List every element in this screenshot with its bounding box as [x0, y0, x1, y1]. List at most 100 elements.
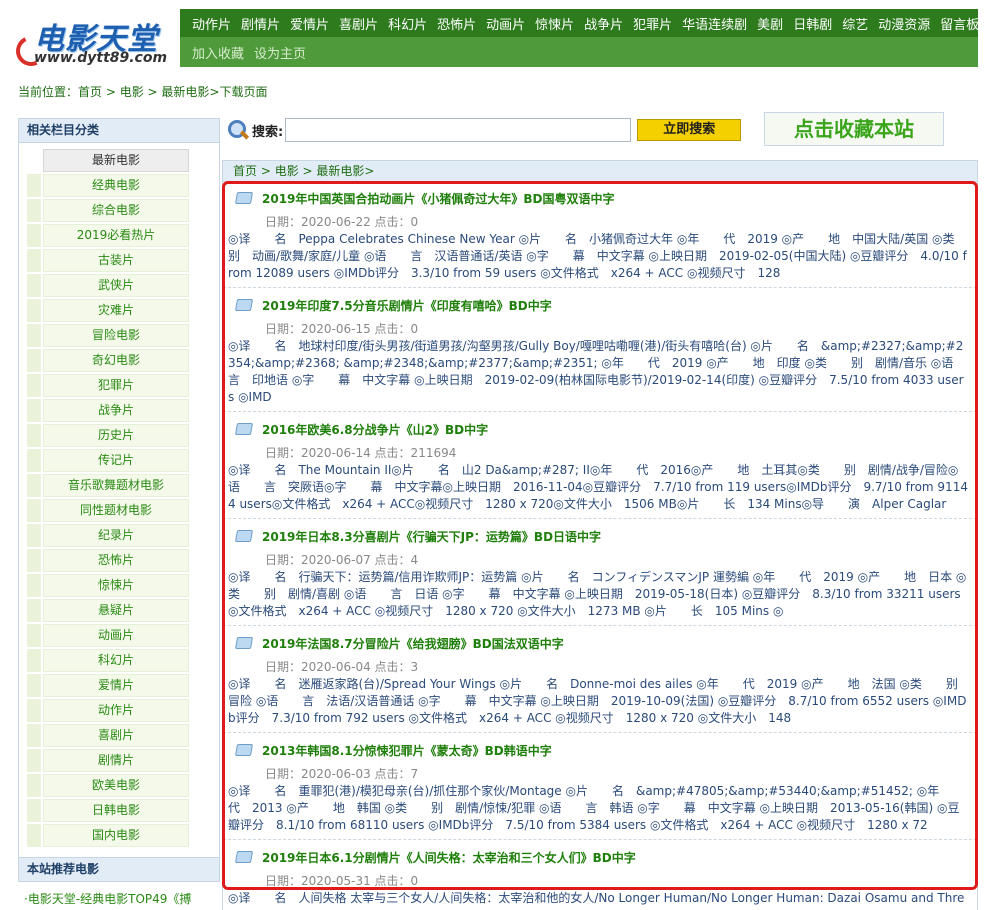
search-button[interactable]: 立即搜索 — [637, 119, 742, 141]
category-marker — [27, 274, 41, 297]
sidebar-category-item[interactable]: 最新电影 — [27, 149, 219, 172]
sidebar-category-item[interactable]: 国内电影 — [27, 824, 219, 847]
movie-title-link[interactable]: 2019年日本8.3分喜剧片《行骗天下JP：运势篇》BD日语中字 — [262, 528, 601, 545]
document-icon — [234, 744, 254, 756]
sidebar-category-item[interactable]: 2019必看热片 — [27, 224, 219, 247]
sub-nav: 加入收藏 设为主页 — [180, 37, 978, 67]
recommend-item[interactable]: ·电影天堂-经典电影TOP49《搏 — [24, 890, 220, 907]
category-label: 犯罪片 — [43, 374, 189, 397]
movie-item: 2019年中国英国合拍动画片《小猪佩奇过大年》BD国粤双语中字 日期：2020-0… — [223, 181, 977, 288]
movie-item: 2016年欧美6.8分战争片《山2》BD中字 日期：2020-06-14 点击：2… — [223, 412, 977, 519]
movie-title-link[interactable]: 2019年法国8.7分冒险片《给我翅膀》BD国法双语中字 — [262, 635, 564, 652]
category-marker — [27, 224, 41, 247]
sidebar-category-item[interactable]: 喜剧片 — [27, 724, 219, 747]
category-label: 冒险电影 — [43, 324, 189, 347]
sidebar-category-item[interactable]: 音乐歌舞题材电影 — [27, 474, 219, 497]
movie-title-link[interactable]: 2019年中国英国合拍动画片《小猪佩奇过大年》BD国粤双语中字 — [262, 190, 615, 207]
category-label: 战争片 — [43, 399, 189, 422]
category-marker — [27, 199, 41, 222]
nav-item[interactable]: 恐怖片 — [432, 14, 481, 33]
location-latest-link[interactable]: 最新电影 — [161, 85, 209, 99]
sidebar-category-item[interactable]: 恐怖片 — [27, 549, 219, 572]
sidebar-category-item[interactable]: 经典电影 — [27, 174, 219, 197]
nav-item[interactable]: 科幻片 — [383, 14, 432, 33]
category-marker — [27, 549, 41, 572]
category-marker — [27, 649, 41, 672]
nav-item[interactable]: 犯罪片 — [628, 14, 677, 33]
movie-title-link[interactable]: 2019年日本6.1分剧情片《人间失格：太宰治和三个女人们》BD中字 — [262, 849, 636, 866]
movie-title-link[interactable]: 2013年韩国8.1分惊悚犯罪片《蒙太奇》BD韩语中字 — [262, 742, 552, 759]
nav-item[interactable]: 动作片 — [187, 14, 236, 33]
sidebar-category-item[interactable]: 综合电影 — [27, 199, 219, 222]
sidebar-category-item[interactable]: 奇幻电影 — [27, 349, 219, 372]
sidebar-category-item[interactable]: 灾难片 — [27, 299, 219, 322]
location-home-link[interactable]: 首页 — [78, 85, 102, 99]
sidebar-category-item[interactable]: 科幻片 — [27, 649, 219, 672]
category-marker — [27, 599, 41, 622]
movie-date: 日期：2020-06-03 点击：7 — [265, 767, 419, 781]
location-movie-link[interactable]: 电影 — [120, 85, 144, 99]
sidebar-category-item[interactable]: 同性题材电影 — [27, 499, 219, 522]
sidebar-category-item[interactable]: 战争片 — [27, 399, 219, 422]
category-label: 恐怖片 — [43, 549, 189, 572]
sidebar-category-item[interactable]: 悬疑片 — [27, 599, 219, 622]
sidebar-category-item[interactable]: 纪录片 — [27, 524, 219, 547]
category-marker — [27, 174, 41, 197]
sidebar-category-item[interactable]: 古装片 — [27, 249, 219, 272]
breadcrumb-movie[interactable]: 电影 — [275, 164, 299, 178]
nav-item[interactable]: 剧情片 — [236, 14, 285, 33]
nav-item[interactable]: 喜剧片 — [334, 14, 383, 33]
movie-title-link[interactable]: 2016年欧美6.8分战争片《山2》BD中字 — [262, 421, 488, 438]
nav-item[interactable]: 美剧 — [752, 14, 788, 33]
sidebar-category-item[interactable]: 剧情片 — [27, 749, 219, 772]
category-label: 动画片 — [43, 624, 189, 647]
sidebar-category-item[interactable]: 武侠片 — [27, 274, 219, 297]
breadcrumb: 首页 > 电影 > 最新电影> — [222, 160, 978, 182]
nav-item[interactable]: 动漫资源 — [873, 14, 935, 33]
nav-item[interactable]: 爱情片 — [285, 14, 334, 33]
sidebar-category-item[interactable]: 历史片 — [27, 424, 219, 447]
category-label: 最新电影 — [43, 149, 189, 172]
current-location: 当前位置：首页 > 电影 > 最新电影>下载页面 — [18, 85, 268, 99]
search-bar: 搜索: 立即搜索 — [222, 113, 754, 147]
category-label: 惊悚片 — [43, 574, 189, 597]
add-favorite-link[interactable]: 加入收藏 — [187, 43, 249, 62]
site-logo[interactable]: 电影天堂 www.dytt89.com — [11, 10, 177, 71]
breadcrumb-home[interactable]: 首页 — [233, 164, 257, 178]
category-marker — [27, 374, 41, 397]
nav-item[interactable]: 动画片 — [481, 14, 530, 33]
sidebar-category-item[interactable]: 爱情片 — [27, 674, 219, 697]
category-label: 爱情片 — [43, 674, 189, 697]
search-input[interactable] — [285, 118, 632, 142]
breadcrumb-latest[interactable]: 最新电影 — [316, 164, 364, 178]
category-label: 动作片 — [43, 699, 189, 722]
sidebar-category-item[interactable]: 日韩电影 — [27, 799, 219, 822]
nav-item[interactable]: 战争片 — [579, 14, 628, 33]
movie-title-row: 2019年日本8.3分喜剧片《行骗天下JP：运势篇》BD日语中字 — [228, 525, 969, 547]
sidebar-category-item[interactable]: 惊悚片 — [27, 574, 219, 597]
category-marker — [27, 324, 41, 347]
add-favorite-button[interactable]: 点击收藏本站 — [764, 112, 944, 146]
sidebar-category-item[interactable]: 传记片 — [27, 449, 219, 472]
sidebar-category-item[interactable]: 冒险电影 — [27, 324, 219, 347]
movie-description: ◎译 名 重罪犯(港)/模犯母亲(台)/抓住那个家伙/Montage ◎片 名 … — [228, 784, 964, 832]
category-label: 国内电影 — [43, 824, 189, 847]
movie-description: ◎译 名 The Mountain II◎片 名 山2 Da&amp;#287;… — [228, 463, 968, 511]
category-marker — [27, 399, 41, 422]
nav-item[interactable]: 综艺 — [837, 14, 873, 33]
nav-item[interactable]: 惊悚片 — [530, 14, 579, 33]
sidebar-category-item[interactable]: 欧美电影 — [27, 774, 219, 797]
category-marker — [27, 799, 41, 822]
search-icon — [226, 119, 248, 141]
sidebar-category-item[interactable]: 动作片 — [27, 699, 219, 722]
category-marker — [27, 699, 41, 722]
nav-item[interactable]: 留言板 — [935, 14, 984, 33]
set-homepage-link[interactable]: 设为主页 — [249, 43, 311, 62]
sidebar-category-item[interactable]: 犯罪片 — [27, 374, 219, 397]
category-marker — [27, 149, 41, 172]
sidebar-category-item[interactable]: 动画片 — [27, 624, 219, 647]
category-marker — [27, 574, 41, 597]
nav-item[interactable]: 日韩剧 — [788, 14, 837, 33]
nav-item[interactable]: 华语连续剧 — [677, 14, 752, 33]
movie-title-link[interactable]: 2019年印度7.5分音乐剧情片《印度有嘻哈》BD中字 — [262, 297, 552, 314]
